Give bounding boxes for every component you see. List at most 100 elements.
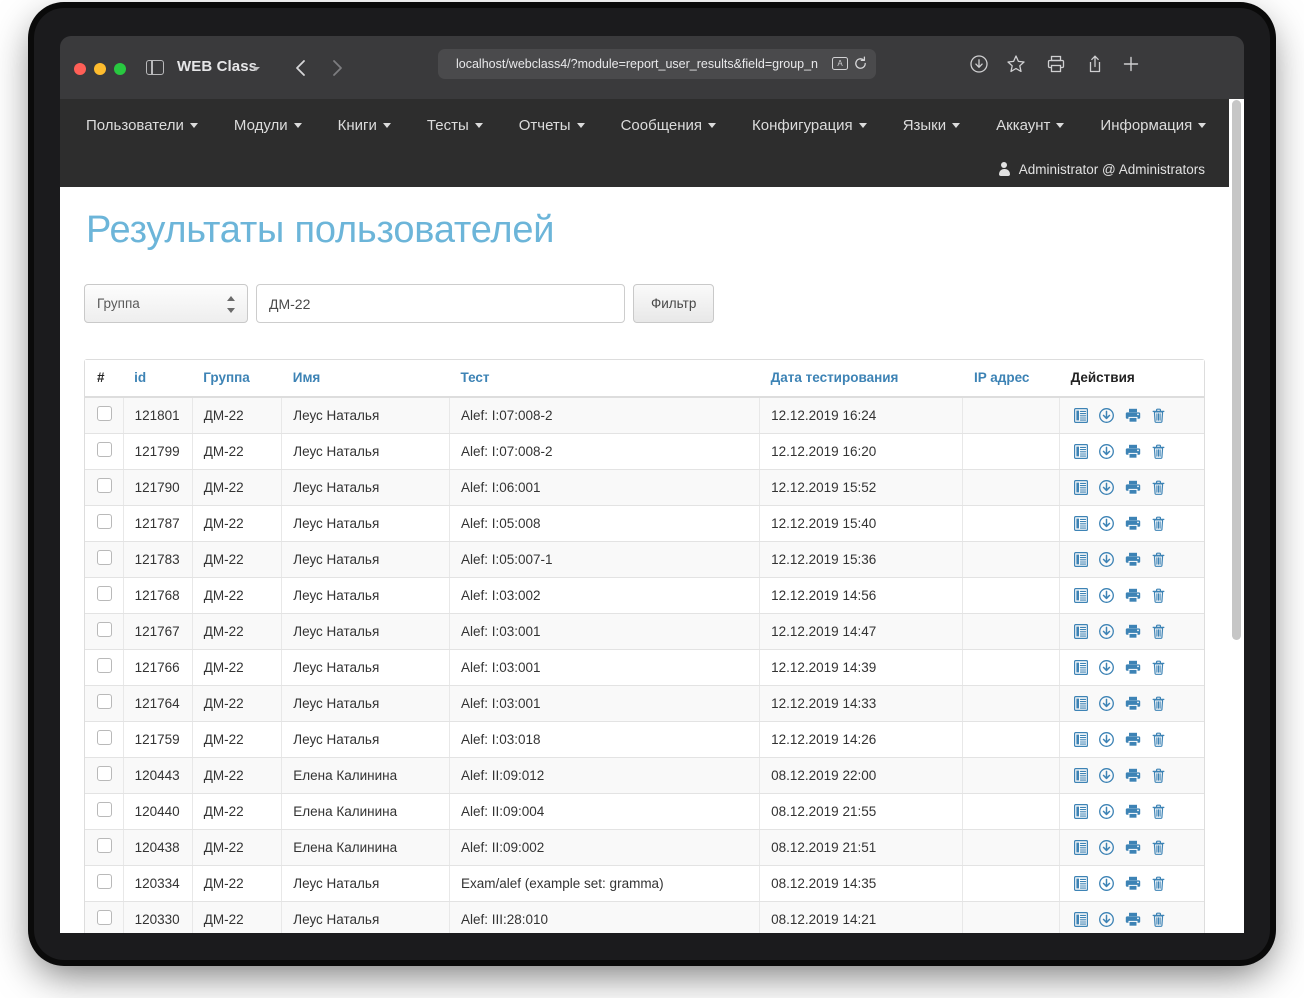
delete-icon[interactable]	[1152, 840, 1165, 855]
print-icon[interactable]	[1125, 408, 1141, 423]
download-icon[interactable]	[1099, 551, 1115, 567]
close-button[interactable]	[74, 63, 86, 75]
table-row[interactable]: 121764 ДМ-22 Леус Наталья Alef: I:03:001 12.…	[85, 685, 1204, 722]
delete-icon[interactable]	[1152, 624, 1165, 639]
table-row[interactable]: 121783 ДМ-22 Леус Наталья Alef: I:05:007-1 1…	[85, 541, 1204, 578]
delete-icon[interactable]	[1152, 696, 1165, 711]
new-tab-icon[interactable]	[1120, 53, 1142, 75]
nav-item-books[interactable]: Книги	[338, 117, 391, 134]
column-header-name[interactable]: Имя	[281, 360, 450, 398]
details-icon[interactable]	[1074, 551, 1089, 567]
print-icon[interactable]	[1125, 660, 1141, 675]
translate-icon[interactable]: A	[832, 57, 848, 70]
nav-item-languages[interactable]: Языки	[903, 117, 961, 134]
download-icon[interactable]	[1099, 407, 1115, 423]
nav-item-modules[interactable]: Модули	[234, 117, 302, 134]
delete-icon[interactable]	[1152, 912, 1165, 927]
download-icon[interactable]	[1099, 623, 1115, 639]
share-icon[interactable]	[1084, 53, 1106, 75]
row-checkbox[interactable]	[97, 406, 112, 421]
download-icon[interactable]	[1099, 911, 1115, 927]
details-icon[interactable]	[1074, 731, 1089, 747]
row-checkbox[interactable]	[97, 442, 112, 457]
column-header-id[interactable]: id	[123, 360, 193, 398]
scrollbar-thumb[interactable]	[1232, 100, 1241, 640]
table-row[interactable]: 121799 ДМ-22 Леус Наталья Alef: I:07:008-2 1…	[85, 433, 1204, 470]
print-icon[interactable]	[1045, 53, 1067, 75]
details-icon[interactable]	[1074, 839, 1089, 855]
nav-item-account[interactable]: Аккаунт	[996, 117, 1065, 134]
sidebar-toggle-icon[interactable]	[146, 60, 164, 75]
print-icon[interactable]	[1125, 804, 1141, 819]
address-bar[interactable]: localhost/webclass4/?module=report_user_…	[438, 49, 876, 79]
delete-icon[interactable]	[1152, 732, 1165, 747]
row-checkbox[interactable]	[97, 838, 112, 853]
delete-icon[interactable]	[1152, 768, 1165, 783]
download-icon[interactable]	[1099, 659, 1115, 675]
details-icon[interactable]	[1074, 695, 1089, 711]
reload-icon[interactable]	[853, 56, 868, 71]
back-button[interactable]	[288, 55, 314, 81]
row-checkbox[interactable]	[97, 478, 112, 493]
row-checkbox[interactable]	[97, 694, 112, 709]
print-icon[interactable]	[1125, 552, 1141, 567]
table-row[interactable]: 120438 ДМ-22 Елена Калинина Alef: II:09:002…	[85, 829, 1204, 866]
download-icon[interactable]	[1099, 587, 1115, 603]
filter-button[interactable]: Фильтр	[633, 284, 715, 323]
table-row[interactable]: 120330 ДМ-22 Леус Наталья Alef: III:28:010 0…	[85, 901, 1204, 933]
download-icon[interactable]	[1099, 695, 1115, 711]
row-checkbox[interactable]	[97, 586, 112, 601]
filter-value-input[interactable]	[256, 284, 625, 323]
maximize-button[interactable]	[114, 63, 126, 75]
row-checkbox[interactable]	[97, 622, 112, 637]
vertical-scrollbar[interactable]	[1232, 100, 1241, 933]
print-icon[interactable]	[1125, 624, 1141, 639]
row-checkbox[interactable]	[97, 514, 112, 529]
print-icon[interactable]	[1125, 444, 1141, 459]
current-user[interactable]: Administrator @ Administrators	[998, 162, 1205, 177]
row-checkbox[interactable]	[97, 766, 112, 781]
details-icon[interactable]	[1074, 623, 1089, 639]
column-header-test[interactable]: Тест	[449, 360, 760, 398]
details-icon[interactable]	[1074, 479, 1089, 495]
print-icon[interactable]	[1125, 876, 1141, 891]
details-icon[interactable]	[1074, 911, 1089, 927]
download-icon[interactable]	[1099, 875, 1115, 891]
download-icon[interactable]	[1099, 839, 1115, 855]
delete-icon[interactable]	[1152, 804, 1165, 819]
details-icon[interactable]	[1074, 659, 1089, 675]
delete-icon[interactable]	[1152, 444, 1165, 459]
download-icon[interactable]	[1099, 803, 1115, 819]
table-row[interactable]: 121790 ДМ-22 Леус Наталья Alef: I:06:001 12.…	[85, 469, 1204, 506]
delete-icon[interactable]	[1152, 516, 1165, 531]
download-icon[interactable]	[1099, 515, 1115, 531]
print-icon[interactable]	[1125, 840, 1141, 855]
table-row[interactable]: 120334 ДМ-22 Леус Наталья Exam/alef (exampl…	[85, 865, 1204, 902]
delete-icon[interactable]	[1152, 480, 1165, 495]
row-checkbox[interactable]	[97, 550, 112, 565]
download-icon[interactable]	[1099, 731, 1115, 747]
column-header-ip[interactable]: IP адрес	[962, 360, 1060, 398]
print-icon[interactable]	[1125, 768, 1141, 783]
row-checkbox[interactable]	[97, 874, 112, 889]
details-icon[interactable]	[1074, 515, 1089, 531]
print-icon[interactable]	[1125, 732, 1141, 747]
table-row[interactable]: 121801 ДМ-22 Леус Наталья Alef: I:07:008-2 1…	[85, 397, 1204, 434]
print-icon[interactable]	[1125, 696, 1141, 711]
delete-icon[interactable]	[1152, 876, 1165, 891]
delete-icon[interactable]	[1152, 552, 1165, 567]
row-checkbox[interactable]	[97, 658, 112, 673]
nav-item-configuration[interactable]: Конфигурация	[752, 117, 867, 134]
details-icon[interactable]	[1074, 875, 1089, 891]
table-row[interactable]: 121768 ДМ-22 Леус Наталья Alef: I:03:002 12.…	[85, 577, 1204, 614]
column-header-date[interactable]: Дата тестирования	[759, 360, 963, 398]
row-checkbox[interactable]	[97, 730, 112, 745]
filter-field-select[interactable]: Группа	[84, 284, 248, 323]
details-icon[interactable]	[1074, 587, 1089, 603]
table-row[interactable]: 121767 ДМ-22 Леус Наталья Alef: I:03:001 12.…	[85, 613, 1204, 650]
print-icon[interactable]	[1125, 912, 1141, 927]
download-icon[interactable]	[968, 53, 990, 75]
download-icon[interactable]	[1099, 443, 1115, 459]
bookmark-star-icon[interactable]	[1005, 53, 1027, 75]
nav-item-messages[interactable]: Сообщения	[621, 117, 717, 134]
